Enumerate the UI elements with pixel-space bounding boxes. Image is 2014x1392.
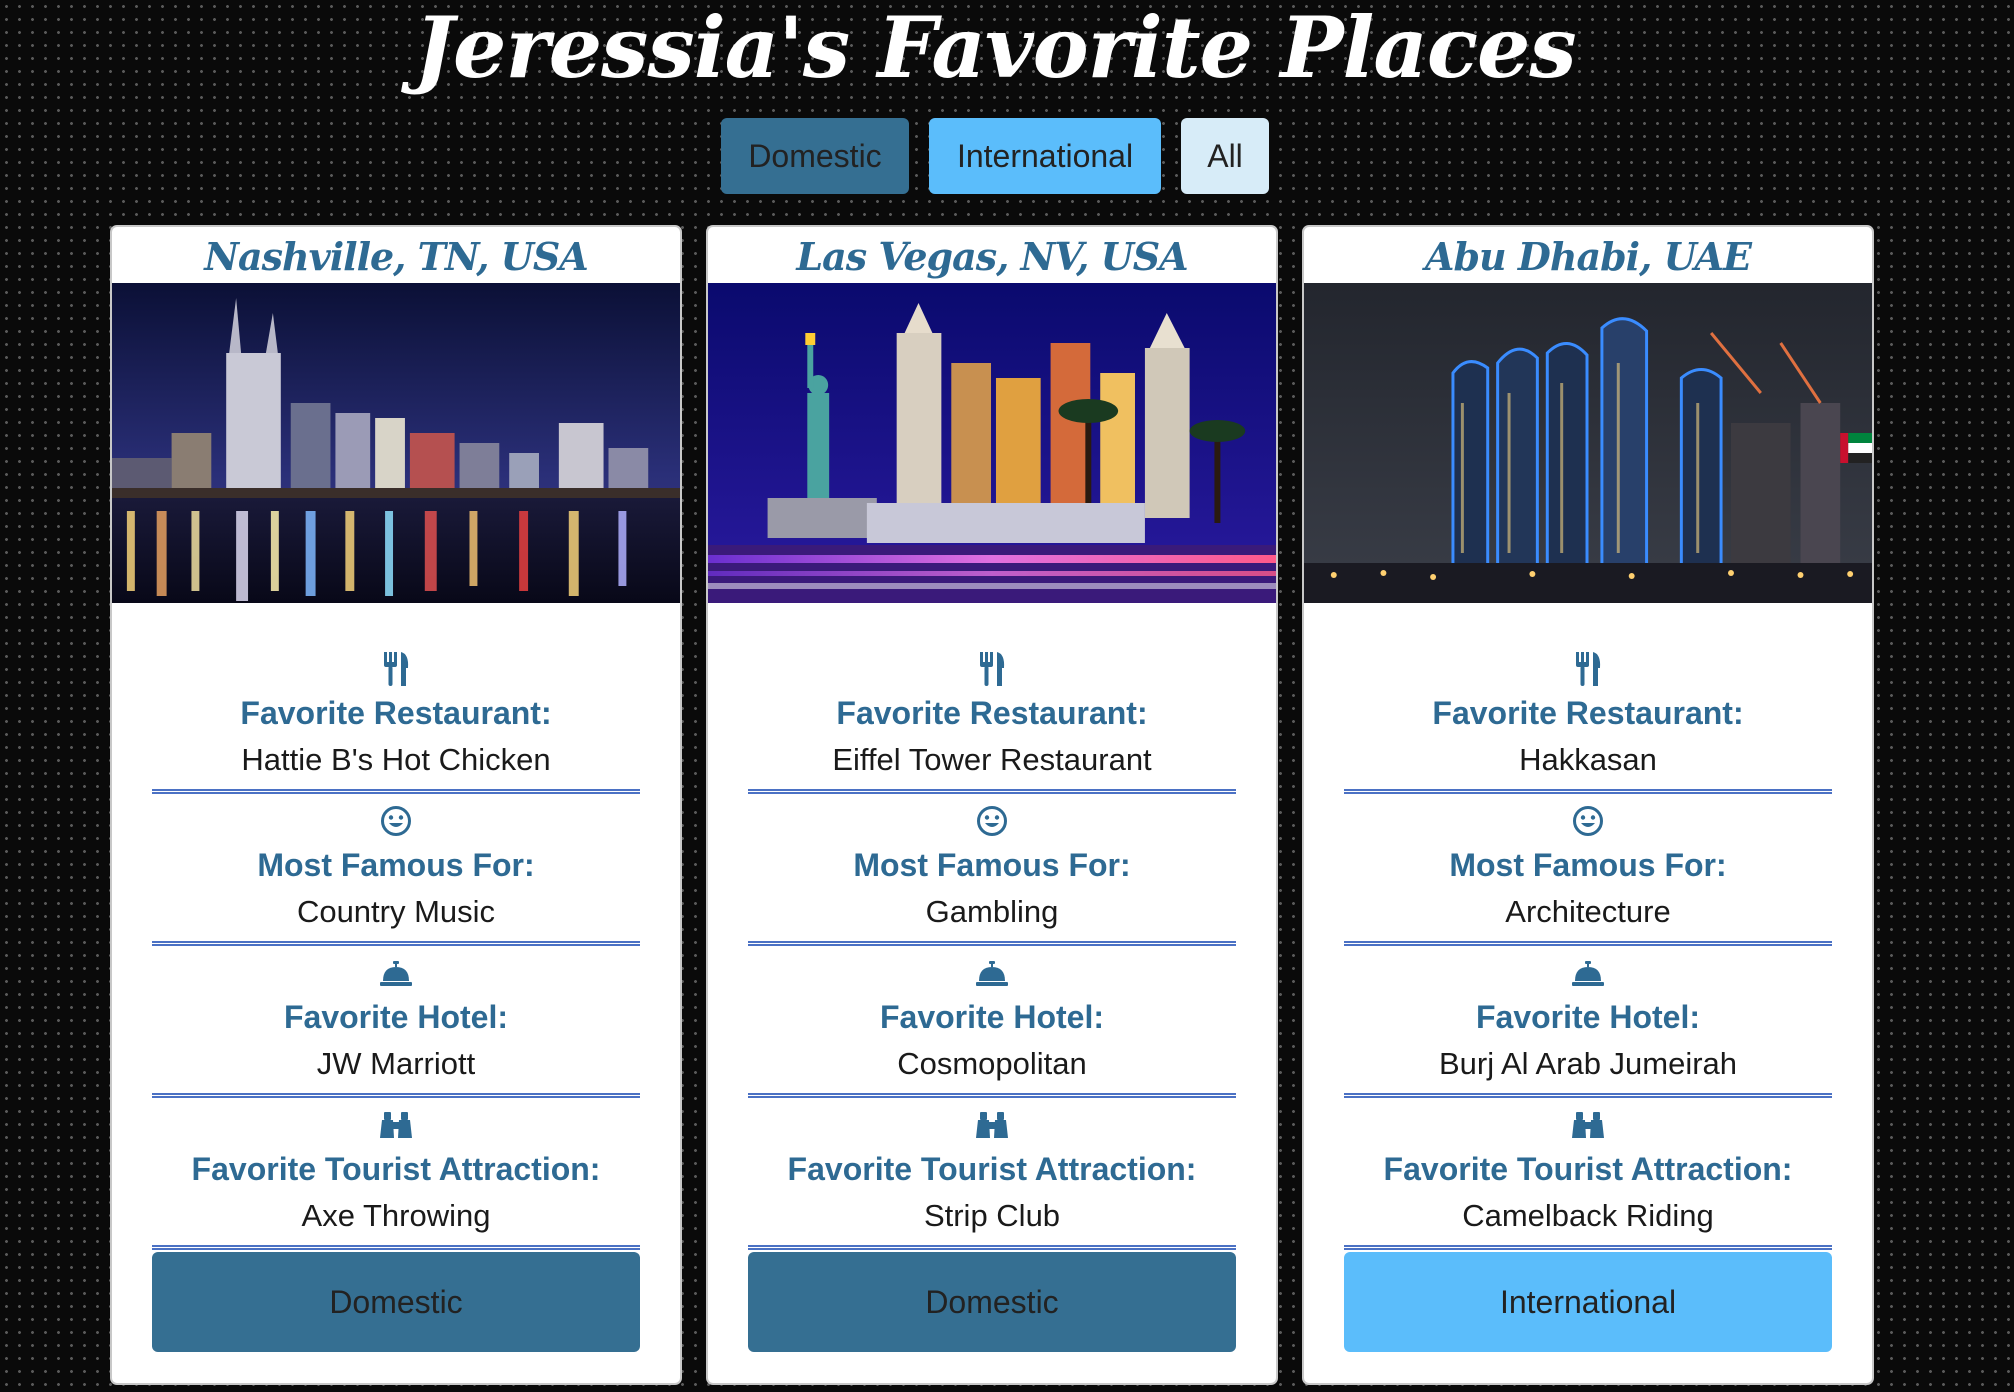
famous-for-value: Gambling (925, 894, 1059, 929)
category-domestic-button[interactable]: Domestic (152, 1252, 640, 1352)
hotel-section: Favorite Hotel: Burj Al Arab Jumeirah (1344, 951, 1832, 1098)
hotel-value: Burj Al Arab Jumeirah (1438, 1046, 1738, 1081)
place-photo-abu-dhabi (1304, 283, 1872, 603)
famous-for-value: Architecture (1505, 894, 1671, 929)
hotel-section: Favorite Hotel: Cosmopolitan (748, 951, 1236, 1098)
attraction-value: Strip Club (923, 1198, 1061, 1233)
hotel-label: Favorite Hotel: (1475, 999, 1701, 1035)
page-title: Jeressia's Favorite Places (414, 0, 1576, 97)
restaurant-section: Favorite Restaurant: Hattie B's Hot Chic… (152, 647, 640, 794)
filter-bar: Domestic International All (0, 118, 1990, 194)
attraction-section: Favorite Tourist Attraction: Axe Throwin… (152, 1103, 640, 1250)
filter-all-button[interactable]: All (1181, 118, 1269, 194)
famous-for-section: Most Famous For: Gambling (748, 799, 1236, 946)
concierge-bell-icon (152, 953, 640, 993)
famous-for-label: Most Famous For: (1449, 847, 1727, 883)
famous-for-section: Most Famous For: Country Music (152, 799, 640, 946)
place-card-nashville: Nashville, TN, USA Favorite Restaurant: … (110, 225, 682, 1385)
hotel-section: Favorite Hotel: JW Marriott (152, 951, 640, 1098)
smile-icon (1344, 801, 1832, 841)
restaurant-value: Hattie B's Hot Chicken (241, 742, 551, 777)
binoculars-icon (152, 1105, 640, 1145)
card-title: Nashville, TN, USA (204, 234, 589, 279)
place-card-las-vegas: Las Vegas, NV, USA Favorite Restaurant: … (706, 225, 1278, 1385)
famous-for-section: Most Famous For: Architecture (1344, 799, 1832, 946)
hotel-label: Favorite Hotel: (283, 999, 509, 1035)
famous-for-label: Most Famous For: (853, 847, 1131, 883)
restaurant-section: Favorite Restaurant: Hakkasan (1344, 647, 1832, 794)
place-card-abu-dhabi: Abu Dhabi, UAE Favorite Restaurant: Hakk… (1302, 225, 1874, 1385)
place-photo-las-vegas (708, 283, 1276, 603)
attraction-label: Favorite Tourist Attraction: (787, 1151, 1197, 1187)
card-title: Abu Dhabi, UAE (1425, 234, 1752, 279)
attraction-label: Favorite Tourist Attraction: (1383, 1151, 1793, 1187)
attraction-value: Axe Throwing (301, 1198, 491, 1233)
smile-icon (152, 801, 640, 841)
restaurant-value: Eiffel Tower Restaurant (832, 742, 1152, 777)
attraction-value: Camelback Riding (1462, 1198, 1714, 1233)
filter-international-button[interactable]: International (929, 118, 1161, 194)
restaurant-label: Favorite Restaurant: (1432, 695, 1744, 731)
utensils-icon (152, 649, 640, 689)
utensils-icon (1344, 649, 1832, 689)
restaurant-value: Hakkasan (1519, 742, 1657, 777)
famous-for-label: Most Famous For: (257, 847, 535, 883)
restaurant-label: Favorite Restaurant: (240, 695, 552, 731)
category-domestic-button[interactable]: Domestic (748, 1252, 1236, 1352)
attraction-section: Favorite Tourist Attraction: Strip Club (748, 1103, 1236, 1250)
utensils-icon (748, 649, 1236, 689)
filter-domestic-button[interactable]: Domestic (721, 118, 909, 194)
binoculars-icon (748, 1105, 1236, 1145)
category-international-button[interactable]: International (1344, 1252, 1832, 1352)
binoculars-icon (1344, 1105, 1832, 1145)
hotel-value: Cosmopolitan (897, 1046, 1087, 1081)
concierge-bell-icon (748, 953, 1236, 993)
famous-for-value: Country Music (296, 894, 496, 929)
hotel-value: JW Marriott (316, 1046, 476, 1081)
attraction-label: Favorite Tourist Attraction: (191, 1151, 601, 1187)
restaurant-section: Favorite Restaurant: Eiffel Tower Restau… (748, 647, 1236, 794)
restaurant-label: Favorite Restaurant: (836, 695, 1148, 731)
card-title: Las Vegas, NV, USA (796, 234, 1188, 279)
hotel-label: Favorite Hotel: (879, 999, 1105, 1035)
attraction-section: Favorite Tourist Attraction: Camelback R… (1344, 1103, 1832, 1250)
smile-icon (748, 801, 1236, 841)
concierge-bell-icon (1344, 953, 1832, 993)
place-photo-nashville (112, 283, 680, 603)
